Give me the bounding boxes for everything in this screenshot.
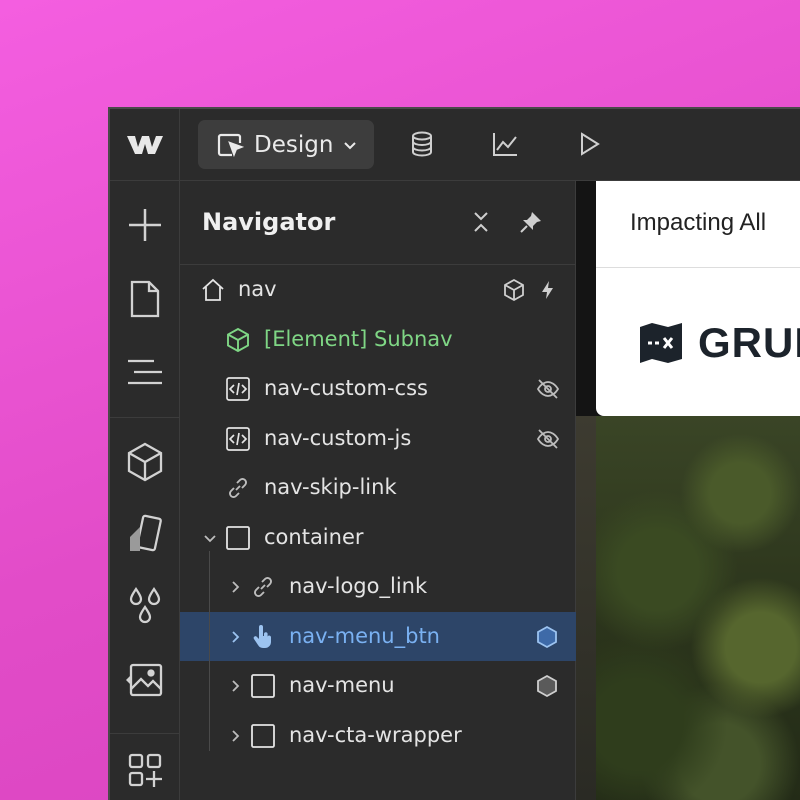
chevron-down-icon[interactable] <box>202 530 218 546</box>
tree-item-label: nav-custom-js <box>264 425 412 450</box>
apps-grid-icon[interactable] <box>124 749 166 791</box>
top-toolbar: Design <box>110 109 800 181</box>
map-logo-icon <box>640 323 682 363</box>
tree-item-label: [Element] Subnav <box>264 326 453 351</box>
tree-item-label: nav-custom-css <box>264 376 428 400</box>
tree-item-nav-cta-wrapper[interactable]: nav-cta-wrapper <box>180 711 576 761</box>
variables-drops-icon[interactable] <box>124 585 166 627</box>
code-embed-icon <box>226 426 250 451</box>
site-brand-logo: GRUN <box>638 319 800 367</box>
chevron-right-icon[interactable] <box>227 579 243 595</box>
canvas-photo-edge <box>576 416 596 800</box>
banner-divider <box>596 267 800 268</box>
add-plus-icon[interactable] <box>124 204 166 246</box>
tree-item-nav-menu-btn[interactable]: nav-menu_btn <box>180 611 576 661</box>
rail-divider <box>110 417 180 418</box>
hand-pointer-icon <box>253 624 271 648</box>
rail-divider <box>110 733 180 734</box>
collapse-all-icon[interactable] <box>468 209 494 235</box>
box-element-icon <box>226 525 250 550</box>
tree-item-subnav-component[interactable]: [Element] Subnav <box>180 315 576 365</box>
tree-item-container[interactable]: container <box>180 513 576 563</box>
site-brand-name: GRUN <box>698 319 800 366</box>
home-icon <box>202 278 224 301</box>
chevron-right-icon[interactable] <box>227 629 243 645</box>
pages-icon[interactable] <box>124 278 166 320</box>
webflow-logo[interactable] <box>110 109 180 181</box>
tree-item-label: nav-menu_btn <box>289 623 440 648</box>
cursor-select-icon <box>217 133 244 157</box>
tree-item-nav-logo-link[interactable]: nav-logo_link <box>180 562 576 612</box>
design-mode-label: Design <box>254 131 334 158</box>
webflow-logo-icon <box>126 136 163 154</box>
navigator-icon[interactable] <box>124 351 166 393</box>
assets-image-icon[interactable] <box>124 659 166 701</box>
navigator-tree: nav [Element] Subnav nav-custom-css nav-… <box>180 265 576 760</box>
navigator-header: Navigator <box>180 181 575 265</box>
chevron-right-icon[interactable] <box>227 678 243 694</box>
tree-item-label: nav-menu <box>289 673 395 697</box>
left-tool-rail <box>110 181 180 800</box>
design-canvas[interactable]: Impacting All GRUN <box>576 181 800 800</box>
link-icon <box>229 478 247 498</box>
database-icon[interactable] <box>407 129 437 159</box>
component-cube-icon <box>504 278 524 302</box>
eye-hidden-icon[interactable] <box>536 427 560 451</box>
pin-icon[interactable] <box>518 209 544 235</box>
navigator-title: Navigator <box>202 208 336 236</box>
tree-item-nav-skip-link[interactable]: nav-skip-link <box>180 463 576 513</box>
tree-item-nav-custom-js[interactable]: nav-custom-js <box>180 414 576 464</box>
site-banner-text: Impacting All <box>630 209 767 236</box>
tree-item-label: nav-skip-link <box>264 475 397 499</box>
tree-item-label: nav-cta-wrapper <box>289 722 462 747</box>
component-cube-icon <box>227 327 249 352</box>
components-cube-icon[interactable] <box>124 441 166 483</box>
class-hexagon-icon <box>537 674 557 698</box>
code-embed-icon <box>226 377 250 401</box>
tree-item-label: container <box>264 524 364 549</box>
class-hexagon-icon <box>537 625 557 648</box>
site-preview-header[interactable]: Impacting All GRUN <box>596 181 800 416</box>
chevron-right-icon[interactable] <box>227 728 243 744</box>
eye-hidden-icon[interactable] <box>536 377 560 401</box>
play-preview-icon[interactable] <box>574 129 604 159</box>
link-icon <box>254 577 272 597</box>
chevron-down-icon <box>344 141 357 149</box>
tree-indent-guide <box>209 551 210 751</box>
box-element-icon <box>251 723 275 748</box>
designer-window: Design Navigator nav [Element] Subnav na… <box>108 107 800 800</box>
tree-item-nav-custom-css[interactable]: nav-custom-css <box>180 364 576 414</box>
navigator-panel: Navigator nav [Element] Subnav nav-custo… <box>180 181 576 800</box>
tree-item-label: nav <box>238 277 277 301</box>
tree-item-nav-menu[interactable]: nav-menu <box>180 661 576 711</box>
analytics-chart-icon[interactable] <box>490 129 520 159</box>
tree-item-nav[interactable]: nav <box>180 265 576 315</box>
box-element-icon <box>251 674 275 698</box>
style-selectors-icon[interactable] <box>124 513 166 555</box>
interaction-bolt-icon <box>542 281 553 299</box>
site-hero-image <box>596 416 800 800</box>
design-mode-button[interactable]: Design <box>198 120 374 169</box>
tree-item-label: nav-logo_link <box>289 574 428 598</box>
